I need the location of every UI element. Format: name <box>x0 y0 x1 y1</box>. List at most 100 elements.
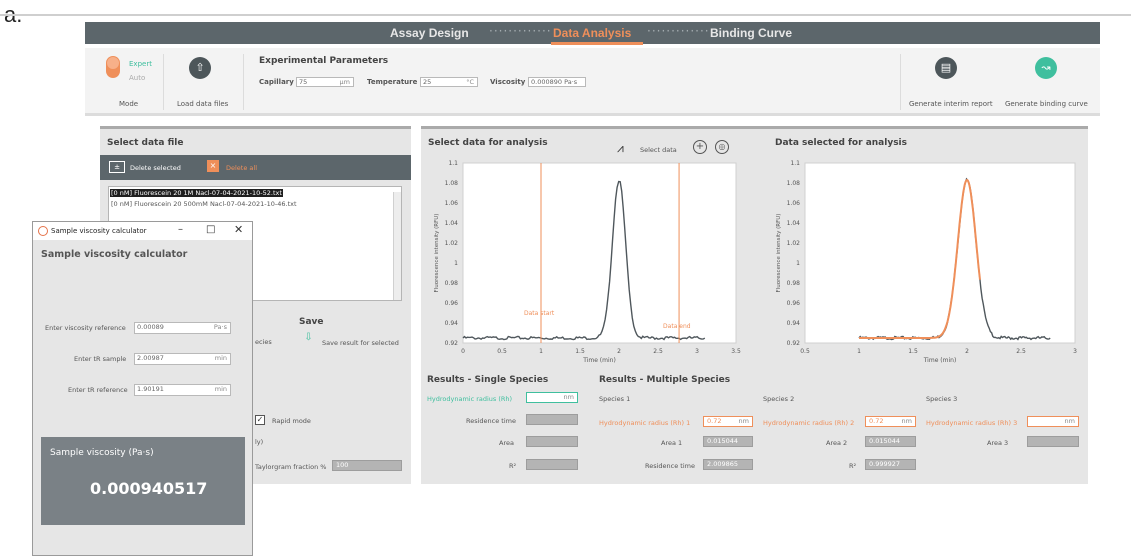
y-tick-label: 1.06 <box>787 200 801 207</box>
tr-reference-value: 1.90191 <box>137 385 164 393</box>
tr-sample-label: Enter tR sample <box>74 355 127 363</box>
species3-rh-input[interactable]: nm <box>1027 416 1079 427</box>
y-tick-label: 1.04 <box>787 220 801 227</box>
species1-rh-label: Hydrodynamic radius (Rh) 1 <box>599 419 691 427</box>
y-tick-label: 0.92 <box>445 340 459 347</box>
y-tick-label: 1.06 <box>445 200 459 207</box>
select-data-icon[interactable]: ⩘ <box>617 141 635 155</box>
delete-all-button[interactable]: Delete all <box>226 164 257 172</box>
rh-input[interactable]: nm <box>526 392 578 403</box>
x-tick-label: 3 <box>1073 348 1077 355</box>
multiple-species-title: Results - Multiple Species <box>599 375 731 385</box>
species3-title: Species 3 <box>926 395 958 403</box>
y-axis-label: Fluorescence intensity (RFU) <box>434 214 440 293</box>
y-tick-label: 0.96 <box>445 300 459 307</box>
tr-sample-input[interactable]: 2.00987 min <box>134 353 231 365</box>
tab-assay-design[interactable]: Assay Design <box>390 26 469 40</box>
species3-rh-label: Hydrodynamic radius (Rh) 3 <box>926 419 1018 427</box>
tab-binding-curve[interactable]: Binding Curve <box>710 26 792 40</box>
delete-selected-icon[interactable]: ± <box>109 161 125 173</box>
select-data-chart[interactable]: 0.92 0.94 0.96 0.98 1 1.02 1.04 1.06 1.08 1.1 0 0.5… <box>421 157 751 369</box>
toolbar-divider <box>163 54 164 110</box>
params-title: Experimental Parameters <box>259 56 389 66</box>
selected-analysis-title: Data selected for analysis <box>775 138 907 148</box>
plot-area <box>462 162 737 344</box>
species1-residence-value: 2.009865 <box>703 459 753 470</box>
toolbar: Expert Auto Mode ⇧ Load data files Exper… <box>85 48 1100 116</box>
tr-sample-unit: min <box>214 354 227 362</box>
tr-reference-label: Enter tR reference <box>68 386 128 394</box>
nav-separator: ············· <box>647 24 710 38</box>
rapid-mode-label: Rapid mode <box>272 417 311 425</box>
temperature-unit: °C <box>466 78 474 86</box>
y-tick-label: 1.02 <box>787 240 801 247</box>
tr-reference-input[interactable]: 1.90191 min <box>134 384 231 396</box>
y-tick-label: 1.1 <box>790 160 800 167</box>
mode-expert[interactable]: Expert <box>129 60 152 68</box>
residence-label: Residence time <box>466 417 516 425</box>
binding-curve-label[interactable]: Generate binding curve <box>1005 100 1088 108</box>
tab-data-analysis[interactable]: Data Analysis <box>553 26 631 40</box>
capillary-label: Capillary <box>259 78 294 86</box>
active-tab-indicator <box>551 42 643 45</box>
species1-area-label: Area 1 <box>661 439 683 447</box>
minimize-icon[interactable]: – <box>178 224 183 235</box>
x-tick-label: 1.5 <box>908 348 918 355</box>
save-icon[interactable]: ⇩ <box>300 332 317 350</box>
x-axis-label: Time (min) <box>582 357 616 364</box>
species1-area-value: 0.015044 <box>703 436 753 447</box>
rapid-mode-checkbox[interactable]: ✓ <box>255 415 265 425</box>
maximize-icon[interactable]: □ <box>206 224 215 235</box>
species2-rh-input[interactable]: 0.72 nm <box>865 416 916 427</box>
viscosity-calculator-window: Sample viscosity calculator – □ ✕ Sample… <box>32 221 253 556</box>
viscosity-reference-input[interactable]: 0.00089 Pa·s <box>134 322 231 334</box>
rh-label: Hydrodynamic radius (Rh) <box>427 395 513 403</box>
select-data-button[interactable]: Select data <box>640 146 677 154</box>
species2-rh-unit: nm <box>901 417 912 425</box>
mode-label: Mode <box>119 100 139 108</box>
nav-separator: ············· <box>489 24 552 38</box>
species-partial-label: ecies <box>255 338 272 346</box>
viscosity-result-label: Sample viscosity (Pa·s) <box>50 448 154 458</box>
file-action-bar: ± Delete selected × Delete all <box>100 155 411 180</box>
x-tick-label: 2.5 <box>1016 348 1026 355</box>
x-tick-label: 1.5 <box>575 348 585 355</box>
taylorgram-input[interactable]: 100 <box>332 460 402 471</box>
x-tick-label: 2.5 <box>653 348 663 355</box>
mode-toggle[interactable] <box>106 56 120 78</box>
capillary-input[interactable]: 75 µm <box>296 77 354 87</box>
report-icon[interactable]: ▤ <box>935 57 957 79</box>
y-tick-label: 1.08 <box>445 180 459 187</box>
delete-selected-button[interactable]: Delete selected <box>130 164 181 172</box>
file-item[interactable]: [0 nM] Fluorescein 20 500mM Nacl-07-04-2… <box>111 200 297 208</box>
zoom-in-icon[interactable]: + <box>693 140 707 154</box>
temperature-input[interactable]: 25 °C <box>420 77 478 87</box>
viscosity-input[interactable]: 0.000890 Pa·s <box>528 77 586 87</box>
x-tick-label: 3 <box>695 348 699 355</box>
close-icon[interactable]: ✕ <box>234 223 243 236</box>
x-tick-label: 0.5 <box>497 348 507 355</box>
binding-curve-icon[interactable]: ↝ <box>1035 57 1057 79</box>
y-tick-label: 1.04 <box>445 220 459 227</box>
delete-all-icon[interactable]: × <box>207 160 219 172</box>
upload-icon[interactable]: ⇧ <box>189 57 211 79</box>
residence-value <box>526 414 578 425</box>
data-end-label: Data end <box>663 323 691 330</box>
species1-residence-label: Residence time <box>645 462 695 470</box>
species1-rh-value: 0.72 <box>707 417 722 425</box>
load-data-label[interactable]: Load data files <box>177 100 228 108</box>
interim-report-label[interactable]: Generate interim report <box>909 100 993 108</box>
save-title: Save <box>299 317 324 327</box>
y-tick-label: 1.08 <box>787 180 801 187</box>
mode-auto[interactable]: Auto <box>129 74 145 82</box>
save-for-selected-button[interactable]: Save result for selected <box>322 339 399 347</box>
single-species-title: Results - Single Species <box>427 375 549 385</box>
zoom-fit-icon[interactable]: ◎ <box>715 140 729 154</box>
file-item[interactable]: [0 nM] Fluorescein 20 1M Nacl-07-04-2021… <box>110 189 283 197</box>
species1-rh-input[interactable]: 0.72 nm <box>703 416 753 427</box>
scrollbar[interactable] <box>393 192 401 300</box>
species3-area-value <box>1027 436 1079 447</box>
toolbar-divider <box>900 54 901 110</box>
species2-rh-label: Hydrodynamic radius (Rh) 2 <box>763 419 855 427</box>
window-titlebar: Sample viscosity calculator – □ ✕ <box>33 222 252 240</box>
